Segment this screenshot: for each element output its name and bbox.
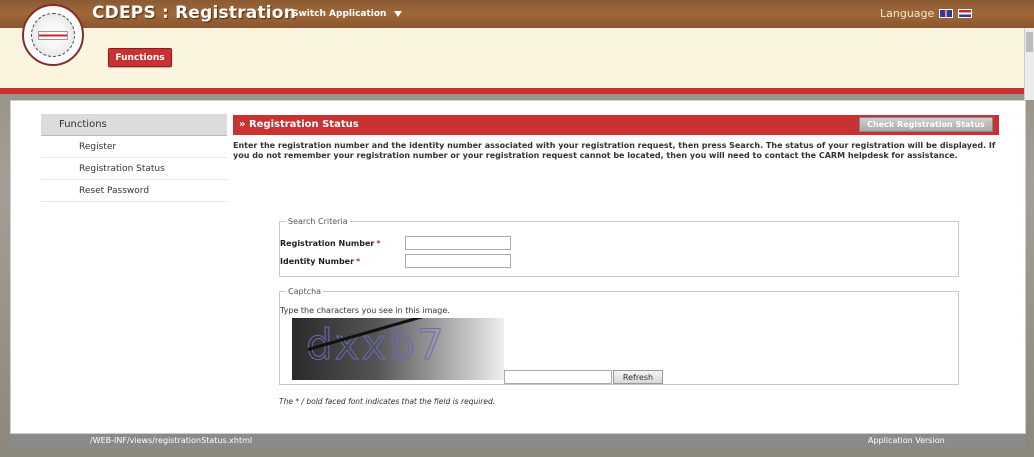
captcha-input[interactable]: [504, 370, 612, 384]
sidebar-item-register[interactable]: Register: [41, 136, 227, 158]
identity-number-field[interactable]: [405, 254, 511, 268]
search-criteria-fieldset: Search Criteria Registration Number * Ide…: [279, 217, 959, 277]
captcha-image: dxxb7: [292, 318, 504, 380]
section-title: » Registration Status: [239, 119, 359, 130]
captcha-fieldset: Captcha Type the characters you see in t…: [279, 287, 959, 385]
scrollbar[interactable]: [1024, 28, 1034, 100]
switch-application-label: Switch Application: [292, 9, 387, 19]
language-label: Language: [880, 7, 935, 20]
application-version: Application Version: [868, 436, 945, 445]
captcha-instruction: Type the characters you see in this imag…: [280, 306, 450, 315]
identity-number-row: Identity Number *: [280, 254, 511, 268]
footer: /WEB-INF/views/registrationStatus.xhtml …: [10, 434, 1026, 448]
section-header: » Registration Status Check Registration…: [233, 115, 999, 135]
content-area: » Registration Status Check Registration…: [233, 115, 999, 406]
footer-path: /WEB-INF/views/registrationStatus.xhtml: [90, 436, 253, 445]
logo-emblem: [31, 13, 75, 57]
intro-text: Enter the registration number and the id…: [233, 141, 996, 160]
croatian-flag-icon[interactable]: [958, 9, 973, 18]
registration-number-field[interactable]: [405, 236, 511, 250]
logo-flag-icon: [38, 30, 68, 40]
language-selector: Language: [880, 7, 973, 20]
english-flag-icon[interactable]: [939, 9, 954, 18]
scrollbar-thumb[interactable]: [1026, 32, 1033, 52]
sidebar-item-reset-password[interactable]: Reset Password: [41, 180, 227, 202]
switch-application-menu[interactable]: Switch Application: [292, 9, 403, 19]
functions-button[interactable]: Functions: [108, 48, 172, 67]
check-registration-status-button[interactable]: Check Registration Status: [859, 117, 993, 132]
identity-number-label: Identity Number *: [280, 256, 361, 266]
required-field-note: The * / bold faced font indicates that t…: [279, 397, 496, 406]
registration-number-label: Registration Number *: [280, 238, 381, 248]
registration-number-row: Registration Number *: [280, 236, 511, 250]
app-title: CDEPS : Registration: [92, 3, 296, 23]
search-criteria-legend: Search Criteria: [288, 217, 348, 226]
band-divider: [0, 88, 1034, 94]
main-panel: Functions Register Registration Status R…: [10, 100, 1026, 434]
refresh-button[interactable]: Refresh: [613, 370, 663, 384]
customs-logo: [22, 4, 84, 66]
sidebar-item-registration-status[interactable]: Registration Status: [41, 158, 227, 180]
captcha-legend: Captcha: [288, 287, 322, 296]
sidebar-header: Functions: [41, 114, 227, 136]
sidebar: Functions Register Registration Status R…: [41, 114, 227, 202]
chevron-down-icon: [394, 11, 403, 17]
top-bar: CDEPS : Registration Switch Application …: [0, 0, 1034, 28]
